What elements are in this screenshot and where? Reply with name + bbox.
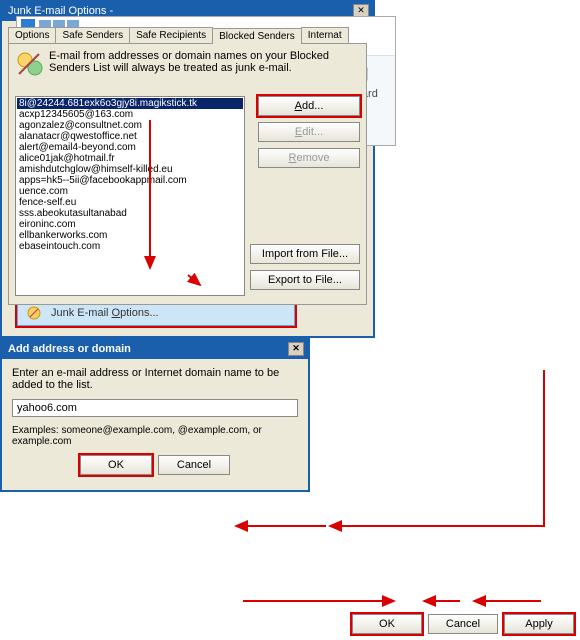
tab-blocked-senders[interactable]: Blocked Senders <box>212 28 302 44</box>
list-item[interactable]: apps=hk5--5ii@facebookappmail.com <box>17 175 243 186</box>
cancel-button[interactable]: Cancel <box>428 614 498 634</box>
dialog-tabs: Options Safe Senders Safe Recipients Blo… <box>8 27 367 43</box>
options-icon <box>25 304 43 322</box>
description-text: E-mail from addresses or domain names on… <box>49 50 360 78</box>
blocked-senders-listbox[interactable]: 8i@24244.681exk6o3gjy8i.magikstick.tkacx… <box>15 96 245 296</box>
list-item[interactable]: 8i@24244.681exk6o3gjy8i.magikstick.tk <box>17 98 243 109</box>
list-item[interactable]: alice01jak@hotmail.fr <box>17 153 243 164</box>
list-item[interactable]: uence.com <box>17 186 243 197</box>
list-item[interactable]: sss.abeokutasultanabad <box>17 208 243 219</box>
list-item[interactable]: amishdutchglow@himself-killed.eu <box>17 164 243 175</box>
ok-button[interactable]: OK <box>80 455 152 475</box>
tab-body: E-mail from addresses or domain names on… <box>8 43 367 305</box>
address-input[interactable] <box>12 399 298 417</box>
label: Junk E-mail Options... <box>51 307 159 319</box>
add-button[interactable]: Add... <box>258 96 360 116</box>
list-item[interactable]: acxp12345605@163.com <box>17 109 243 120</box>
export-button[interactable]: Export to File... <box>250 270 360 290</box>
apply-button[interactable]: Apply <box>504 614 574 634</box>
ok-button[interactable]: OK <box>352 614 422 634</box>
prompt-text: Enter an e-mail address or Internet doma… <box>12 367 298 391</box>
edit-button[interactable]: Edit... <box>258 122 360 142</box>
list-item[interactable]: eironinc.com <box>17 219 243 230</box>
list-item[interactable]: alert@email4-beyond.com <box>17 142 243 153</box>
list-item[interactable]: agonzalez@consultnet.com <box>17 120 243 131</box>
dialog-title: Add address or domain <box>8 343 131 355</box>
cancel-button[interactable]: Cancel <box>158 455 230 475</box>
close-button[interactable]: ✕ <box>288 342 304 356</box>
add-address-dialog: Add address or domain ✕ Enter an e-mail … <box>0 338 310 492</box>
tab-safe-recipients[interactable]: Safe Recipients <box>129 27 213 43</box>
blocked-senders-icon <box>15 50 43 78</box>
list-item[interactable]: ellbankerworks.com <box>17 230 243 241</box>
list-item[interactable]: alanatacr@qwestoffice.net <box>17 131 243 142</box>
tab-international[interactable]: Internat <box>301 27 349 43</box>
tab-safe-senders[interactable]: Safe Senders <box>55 27 130 43</box>
dialog-button-row: OK Cancel Apply <box>352 614 574 634</box>
tab-options[interactable]: Options <box>8 27 56 43</box>
junk-options-dialog: Junk E-mail Options - ✕ Options Safe Sen… <box>0 0 375 338</box>
examples-text: Examples: someone@example.com, @example.… <box>12 425 298 447</box>
dialog-title-bar: Add address or domain ✕ <box>2 340 308 359</box>
import-button[interactable]: Import from File... <box>250 244 360 264</box>
list-item[interactable]: fence-self.eu <box>17 197 243 208</box>
list-item[interactable]: ebaseintouch.com <box>17 241 243 252</box>
remove-button[interactable]: Remove <box>258 148 360 168</box>
